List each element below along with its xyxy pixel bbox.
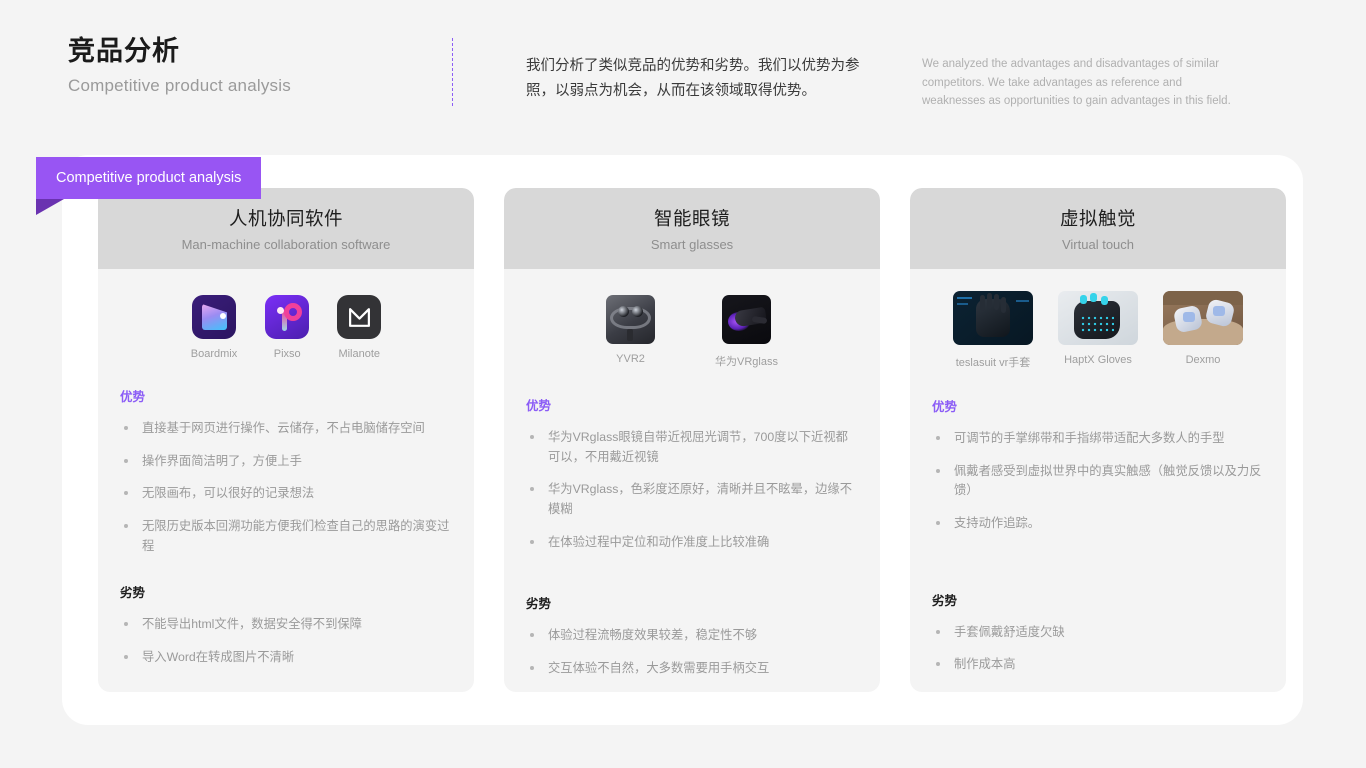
advantages-list: 直接基于网页进行操作、云储存，不占电脑储存空间 操作界面简洁明了，方便上手 无限… xyxy=(120,419,452,556)
product-item[interactable]: HaptX Gloves xyxy=(1058,291,1138,366)
list-item: 不能导出html文件，数据安全得不到保障 xyxy=(120,615,452,635)
card-title-cn: 智能眼镜 xyxy=(653,208,730,229)
list-item: 操作界面简洁明了，方便上手 xyxy=(120,452,452,472)
card-title-en: Virtual touch xyxy=(1061,237,1135,252)
page-title-block: 竞品分析 Competitive product analysis xyxy=(68,34,291,96)
disadvantages-block: 劣势 体验过程流畅度效果较差，稳定性不够 交互体验不自然，大多数需要用手柄交互 xyxy=(526,593,858,678)
list-item: 制作成本高 xyxy=(932,655,1264,675)
advantages-list: 华为VRglass眼镜自带近视屈光调节，700度以下近视都可以，不用戴近视镜 华… xyxy=(526,428,858,552)
product-label: Milanote xyxy=(338,348,381,360)
list-item: 在体验过程中定位和动作准度上比较准确 xyxy=(526,533,858,553)
product-item[interactable]: YVR2 xyxy=(606,295,656,365)
list-item: 无限画布，可以很好的记录想法 xyxy=(120,484,452,504)
card-body: 优势 华为VRglass眼镜自带近视屈光调节，700度以下近视都可以，不用戴近视… xyxy=(504,369,880,692)
product-label: teslasuit vr手套 xyxy=(955,357,1031,369)
card-virtual-touch[interactable]: 虚拟触觉 Virtual touch teslasuit vr手套 HaptX … xyxy=(910,188,1286,692)
product-item[interactable]: teslasuit vr手套 xyxy=(953,291,1033,370)
list-item: 华为VRglass眼镜自带近视屈光调节，700度以下近视都可以，不用戴近视镜 xyxy=(526,428,858,467)
card-header: 虚拟触觉 Virtual touch xyxy=(910,188,1286,269)
list-item: 手套佩戴舒适度欠缺 xyxy=(932,623,1264,643)
dexmo-glove-photo xyxy=(1163,291,1243,345)
list-item: 支持动作追踪。 xyxy=(932,514,1264,534)
slide-root: 竞品分析 Competitive product analysis 我们分析了类… xyxy=(0,0,1366,768)
list-item: 华为VRglass，色彩度还原好，清晰并且不眩晕，边缘不模糊 xyxy=(526,480,858,519)
product-list: teslasuit vr手套 HaptX Gloves Dexmo xyxy=(910,291,1286,370)
header-description-cn: 我们分析了类似竞品的优势和劣势。我们以优势为参照，以弱点为机会，从而在该领域取得… xyxy=(526,58,860,100)
pixso-app-icon xyxy=(265,295,310,339)
page-title-en: Competitive product analysis xyxy=(68,76,291,96)
list-item: 直接基于网页进行操作、云储存，不占电脑储存空间 xyxy=(120,419,452,439)
disadvantages-heading: 劣势 xyxy=(526,597,552,612)
milanote-app-icon xyxy=(337,295,382,339)
list-item: 佩戴者感受到虚拟世界中的真实触感（触觉反馈以及力反馈） xyxy=(932,462,1264,501)
disadvantages-list: 手套佩戴舒适度欠缺 制作成本高 xyxy=(932,623,1264,675)
list-item: 体验过程流畅度效果较差，稳定性不够 xyxy=(526,626,858,646)
list-item: 交互体验不自然，大多数需要用手柄交互 xyxy=(526,659,858,679)
yvr2-headset-photo xyxy=(606,295,656,344)
product-label: YVR2 xyxy=(616,353,645,365)
page-title-cn: 竞品分析 xyxy=(68,36,180,66)
product-item[interactable]: Pixso xyxy=(265,295,310,360)
haptx-glove-photo xyxy=(1058,291,1138,345)
card-body: 优势 直接基于网页进行操作、云储存，不占电脑储存空间 操作界面简洁明了，方便上手… xyxy=(98,360,474,692)
disadvantages-list: 体验过程流畅度效果较差，稳定性不够 交互体验不自然，大多数需要用手柄交互 xyxy=(526,626,858,678)
disadvantages-block: 劣势 手套佩戴舒适度欠缺 制作成本高 xyxy=(932,590,1264,675)
product-label: Pixso xyxy=(273,348,301,360)
product-item[interactable]: Milanote xyxy=(337,295,382,360)
card-body: 优势 可调节的手掌绑带和手指绑带适配大多数人的手型 佩戴者感受到虚拟世界中的真实… xyxy=(910,370,1286,692)
disadvantages-block: 劣势 不能导出html文件，数据安全得不到保障 导入Word在转成图片不清晰 xyxy=(120,582,452,667)
huawei-vrglass-photo xyxy=(722,295,771,344)
disadvantages-heading: 劣势 xyxy=(932,593,958,608)
header-divider xyxy=(452,38,453,106)
advantages-heading: 优势 xyxy=(120,390,146,404)
advantages-list: 可调节的手掌绑带和手指绑带适配大多数人的手型 佩戴者感受到虚拟世界中的真实触感（… xyxy=(932,429,1264,534)
section-ribbon-tab[interactable]: Competitive product analysis xyxy=(36,157,262,199)
advantages-heading: 优势 xyxy=(932,400,958,414)
advantages-heading: 优势 xyxy=(526,399,552,413)
comparison-cards: 人机协同软件 Man-machine collaboration softwar… xyxy=(98,188,1286,692)
product-label: Boardmix xyxy=(190,348,238,360)
disadvantages-list: 不能导出html文件，数据安全得不到保障 导入Word在转成图片不清晰 xyxy=(120,615,452,667)
card-title-en: Smart glasses xyxy=(650,237,734,252)
slide-header: 竞品分析 Competitive product analysis 我们分析了类… xyxy=(0,0,1366,140)
card-smart-glasses[interactable]: 智能眼镜 Smart glasses YVR2 华为VRglass 优势 华为V… xyxy=(504,188,880,692)
product-label: 华为VRglass xyxy=(715,356,778,368)
card-title-en: Man-machine collaboration software xyxy=(181,237,391,252)
section-ribbon-label: Competitive product analysis xyxy=(56,170,242,186)
product-list: YVR2 华为VRglass xyxy=(504,295,880,369)
card-header: 智能眼镜 Smart glasses xyxy=(504,188,880,269)
product-item[interactable]: Dexmo xyxy=(1163,291,1243,366)
list-item: 可调节的手掌绑带和手指绑带适配大多数人的手型 xyxy=(932,429,1264,449)
product-item[interactable]: Boardmix xyxy=(191,295,237,360)
card-title-cn: 人机协同软件 xyxy=(228,208,343,229)
disadvantages-heading: 劣势 xyxy=(120,586,146,601)
ribbon-fold-decoration xyxy=(36,199,64,215)
list-item: 导入Word在转成图片不清晰 xyxy=(120,648,452,668)
product-list: Boardmix Pixso Milanote xyxy=(98,295,474,360)
product-label: HaptX Gloves xyxy=(1064,354,1132,366)
card-title-cn: 虚拟触觉 xyxy=(1059,208,1136,229)
product-label: Dexmo xyxy=(1185,354,1221,366)
header-description-en: We analyzed the advantages and disadvant… xyxy=(922,58,1231,108)
card-header: 人机协同软件 Man-machine collaboration softwar… xyxy=(98,188,474,269)
card-man-machine-collaboration[interactable]: 人机协同软件 Man-machine collaboration softwar… xyxy=(98,188,474,692)
boardmix-app-icon xyxy=(192,295,236,339)
list-item: 无限历史版本回溯功能方便我们检查自己的思路的演变过程 xyxy=(120,517,452,556)
teslasuit-glove-photo xyxy=(953,291,1033,345)
product-item[interactable]: 华为VRglass xyxy=(715,295,778,369)
